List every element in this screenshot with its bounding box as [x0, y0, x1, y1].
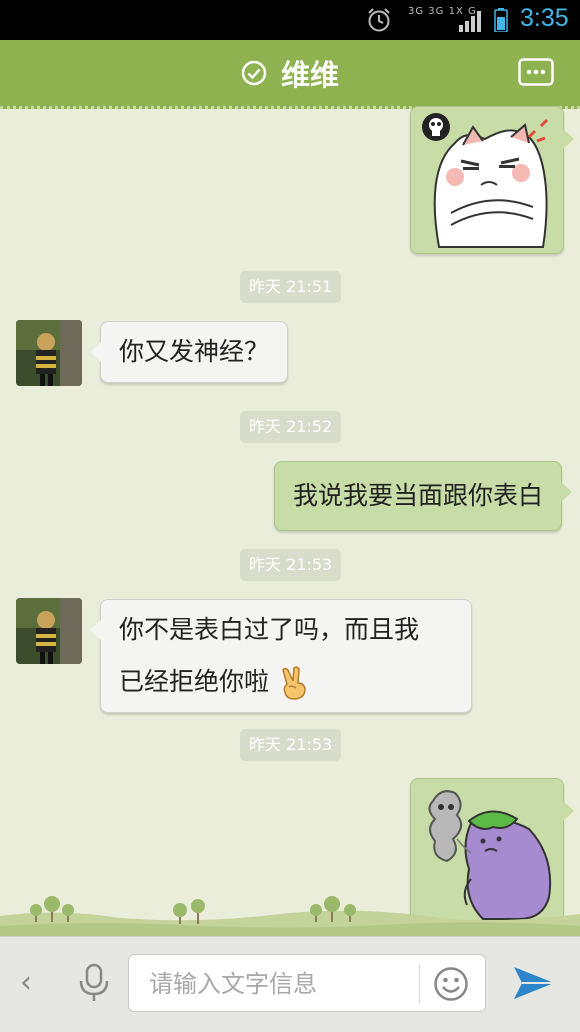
- angry-cat-sticker: [422, 113, 549, 248]
- outgoing-message[interactable]: 我说我要当面跟你表白: [273, 461, 573, 531]
- input-bar: ‹: [0, 936, 580, 1032]
- microphone-icon[interactable]: [76, 963, 112, 1003]
- message-text: 你又发神经？: [119, 337, 270, 366]
- message-input[interactable]: [129, 955, 441, 1013]
- message-text-line: 你不是表白过了吗，而且我: [119, 615, 420, 644]
- input-divider: [419, 965, 420, 1003]
- timestamp: 昨天 21:51: [240, 271, 342, 303]
- chat-header: 维维: [0, 40, 580, 109]
- check-circle-icon: [241, 60, 267, 86]
- incoming-message[interactable]: 你不是表白过了吗，而且我 已经拒绝你啦: [90, 599, 472, 713]
- contact-avatar[interactable]: [16, 598, 82, 664]
- status-bar: 3G 3G 1X G 3:35: [0, 0, 580, 40]
- timestamp: 昨天 21:52: [240, 411, 342, 443]
- timestamp: 昨天 21:53: [240, 729, 342, 761]
- message-text-line: 已经拒绝你啦: [119, 667, 270, 696]
- avatar-photo: [16, 598, 82, 664]
- message-input-box[interactable]: [128, 954, 486, 1013]
- contact-avatar[interactable]: [16, 320, 82, 386]
- timestamp: 昨天 21:53: [240, 549, 342, 581]
- contact-name: 维维: [280, 58, 339, 92]
- emoji-smile-icon[interactable]: [433, 966, 469, 1002]
- more-icon[interactable]: [518, 58, 554, 88]
- sticker-message-angry-cat[interactable]: [410, 106, 574, 254]
- battery-icon: [494, 8, 508, 32]
- decorative-hills: [0, 896, 580, 936]
- chat-area[interactable]: 昨天 21:51 你又发神经？ 昨天 21:52 我说我要当面跟你表白 昨天 2…: [0, 106, 580, 936]
- incoming-message[interactable]: 你又发神经？: [89, 321, 289, 383]
- send-icon[interactable]: [512, 963, 556, 1003]
- signal-icon: [459, 11, 481, 32]
- message-text: 我说我要当面跟你表白: [292, 481, 543, 510]
- avatar-photo: [16, 320, 82, 386]
- back-chevron-icon[interactable]: ‹: [20, 965, 32, 1000]
- victory-hand-emoji-icon: [282, 666, 306, 700]
- clock: 3:35: [520, 4, 569, 32]
- alarm-icon: [368, 8, 390, 32]
